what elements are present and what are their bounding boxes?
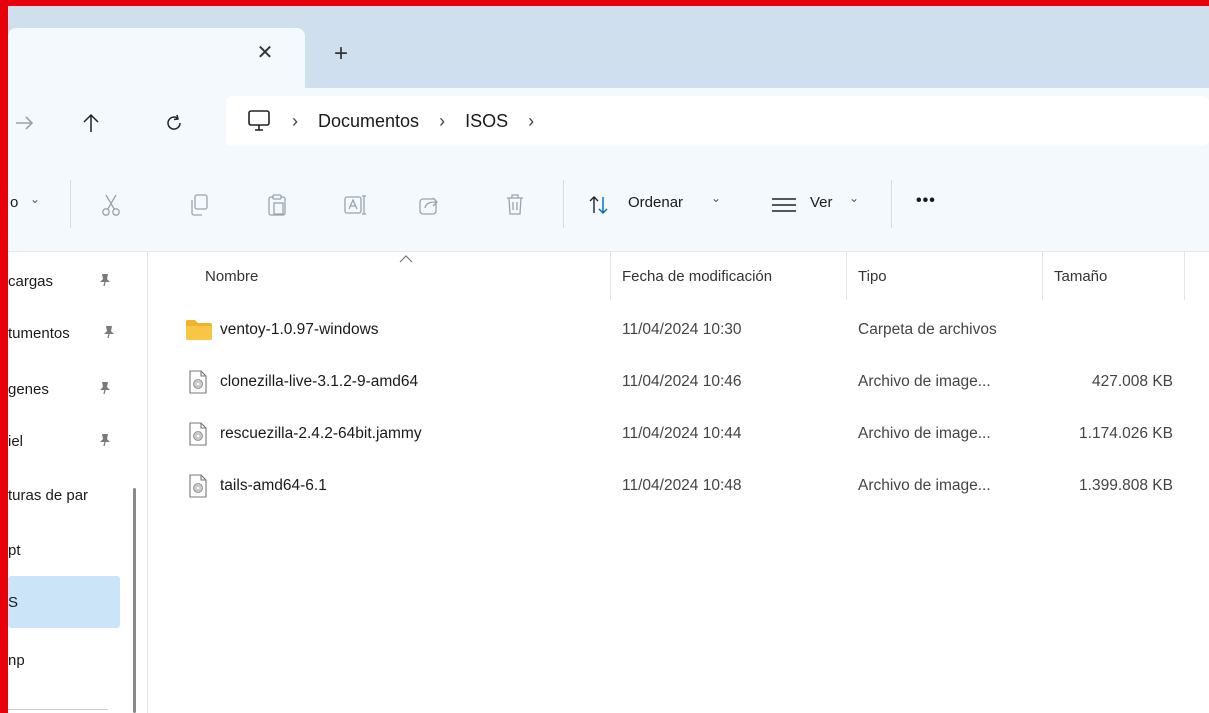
sidebar-item-imagenes[interactable]: genes	[8, 363, 120, 415]
sidebar-item-label: np	[8, 651, 25, 669]
file-name: ventoy-1.0.97-windows	[220, 321, 379, 338]
breadcrumb-isos[interactable]: ISOS	[465, 111, 508, 132]
sidebar-item-label: genes	[8, 380, 49, 398]
navigation-bar: › Documentos › ISOS ›	[0, 88, 1209, 160]
file-row[interactable]: ventoy-1.0.97-windows 11/04/2024 10:30 C…	[149, 304, 1209, 356]
sidebar-item-label: turas de par	[8, 486, 89, 504]
file-row[interactable]: tails-amd64-6.1 11/04/2024 10:48 Archivo…	[149, 460, 1209, 512]
file-type: Archivo de image...	[858, 425, 991, 442]
pin-icon	[98, 381, 112, 399]
sidebar-item-label: cargas	[8, 272, 54, 290]
sidebar-item-temp[interactable]: np	[8, 634, 120, 686]
breadcrumb-separator: ›	[528, 110, 535, 131]
tab-strip: ✕ +	[0, 0, 1209, 88]
file-name: clonezilla-live-3.1.2-9-amd64	[220, 373, 419, 390]
column-divider[interactable]	[1184, 252, 1185, 300]
file-row[interactable]: rescuezilla-2.4.2-64bit.jammy 11/04/2024…	[149, 408, 1209, 460]
sort-chevron-icon[interactable]: ⌄	[711, 191, 721, 205]
sidebar-scrollbar[interactable]	[133, 488, 136, 713]
sidebar-item-descargas[interactable]: cargas	[8, 255, 120, 307]
command-bar: o ⌄ Ordenar ⌄ Ver ⌄ •••	[0, 160, 1209, 252]
sort-ascending-caret-icon	[396, 252, 416, 264]
file-date: 11/04/2024 10:48	[622, 477, 742, 494]
pin-icon	[98, 433, 112, 451]
this-pc-icon	[246, 109, 272, 133]
pin-icon	[102, 325, 116, 343]
address-bar[interactable]: › Documentos › ISOS ›	[226, 96, 1209, 146]
sort-icon[interactable]	[584, 190, 614, 220]
disc-image-icon	[187, 422, 209, 446]
cut-icon[interactable]	[96, 190, 126, 220]
file-size	[1039, 304, 1173, 356]
pin-icon	[98, 273, 112, 291]
refresh-icon[interactable]	[157, 106, 191, 140]
column-header-size[interactable]: Tamaño	[1054, 252, 1107, 300]
tab-close-button[interactable]: ✕	[252, 38, 278, 68]
rename-icon[interactable]	[340, 190, 370, 220]
file-name: rescuezilla-2.4.2-64bit.jammy	[220, 425, 422, 442]
disc-image-icon	[187, 474, 209, 498]
share-icon[interactable]	[414, 190, 444, 220]
column-header-name[interactable]: Nombre	[205, 252, 258, 300]
file-name: tails-amd64-6.1	[220, 477, 327, 494]
column-divider[interactable]	[610, 252, 611, 300]
sidebar-item-isos[interactable]: S	[8, 576, 120, 628]
sort-button-label[interactable]: Ordenar	[628, 194, 683, 211]
toolbar-divider	[70, 180, 71, 228]
sidebar-item-label: pt	[8, 541, 21, 559]
new-tab-button[interactable]: +	[326, 40, 356, 70]
new-chevron-icon[interactable]: ⌄	[30, 192, 40, 206]
forward-arrow-icon[interactable]	[8, 106, 42, 140]
sidebar-item-capturas[interactable]: turas de par	[8, 469, 120, 521]
more-options-button[interactable]: •••	[916, 192, 936, 210]
file-row[interactable]: clonezilla-live-3.1.2-9-amd64 11/04/2024…	[149, 356, 1209, 408]
navigation-pane: cargas tumentos genes iel turas de par p…	[0, 252, 148, 713]
paste-icon[interactable]	[262, 190, 292, 220]
breadcrumb-separator: ›	[292, 110, 298, 131]
toolbar-divider	[563, 180, 564, 228]
sidebar-item-label: S	[8, 593, 19, 611]
file-date: 11/04/2024 10:46	[622, 373, 742, 390]
sidebar-item-label: iel	[8, 432, 24, 450]
column-divider[interactable]	[846, 252, 847, 300]
breadcrumb-documentos[interactable]: Documentos	[318, 111, 419, 132]
disc-image-icon	[187, 370, 209, 394]
view-button-label[interactable]: Ver	[810, 194, 833, 211]
sidebar-item-pt[interactable]: pt	[8, 524, 120, 576]
view-chevron-icon[interactable]: ⌄	[849, 191, 859, 205]
column-header-type[interactable]: Tipo	[858, 252, 887, 300]
file-size: 1.174.026 KB	[1079, 425, 1173, 442]
sidebar-item-daniel[interactable]: iel	[8, 415, 120, 467]
file-list: Nombre Fecha de modificación Tipo Tamaño…	[149, 252, 1209, 713]
file-size: 1.399.808 KB	[1079, 477, 1173, 494]
folder-icon	[186, 318, 212, 342]
column-divider[interactable]	[1042, 252, 1043, 300]
new-button-label[interactable]: o	[10, 194, 18, 211]
file-type: Carpeta de archivos	[858, 321, 997, 338]
copy-icon[interactable]	[184, 190, 214, 220]
column-header-date[interactable]: Fecha de modificación	[622, 252, 772, 300]
toolbar-divider	[891, 180, 892, 228]
view-icon[interactable]	[769, 190, 799, 220]
sidebar-item-label: tumentos	[8, 324, 70, 342]
file-type: Archivo de image...	[858, 477, 991, 494]
delete-icon[interactable]	[500, 190, 530, 220]
up-arrow-icon[interactable]	[74, 106, 108, 140]
file-size: 427.008 KB	[1091, 373, 1173, 390]
breadcrumb-separator: ›	[439, 110, 446, 131]
file-date: 11/04/2024 10:30	[622, 321, 742, 338]
file-type: Archivo de image...	[858, 373, 991, 390]
file-date: 11/04/2024 10:44	[622, 425, 742, 442]
sidebar-divider	[8, 709, 108, 710]
sidebar-item-documentos[interactable]: tumentos	[8, 307, 120, 359]
